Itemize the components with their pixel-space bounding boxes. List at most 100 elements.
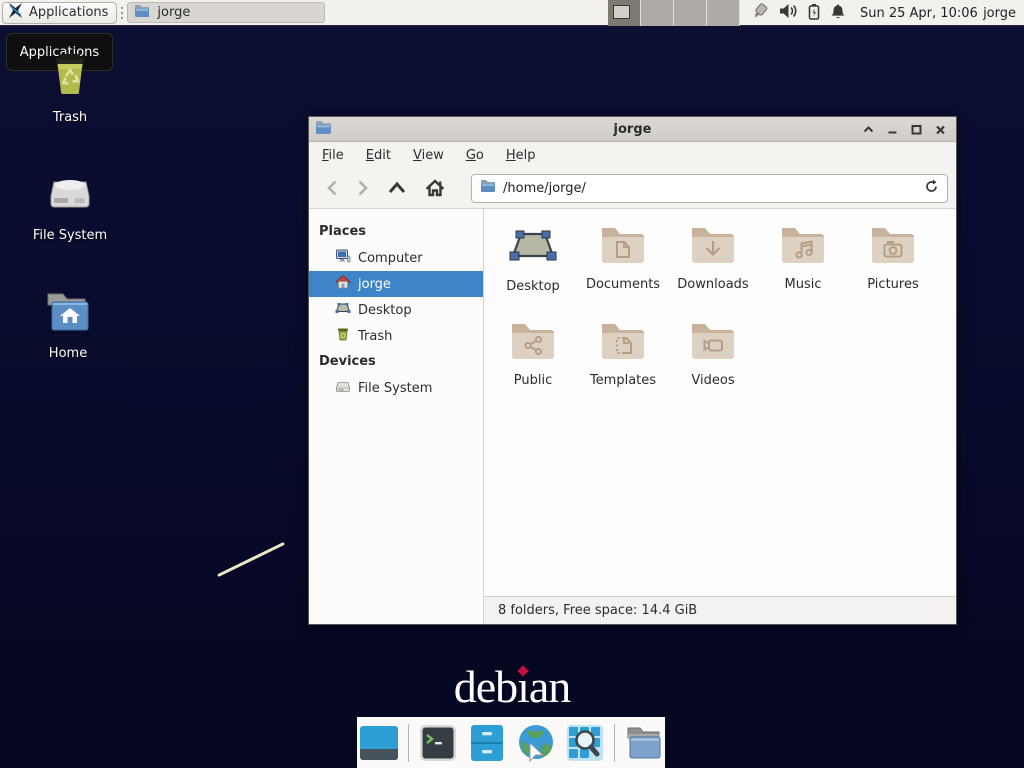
window-titlebar[interactable]: jorge xyxy=(309,117,956,142)
directory-menu-icon[interactable] xyxy=(624,723,664,763)
folder-item-public[interactable]: Public xyxy=(488,321,578,417)
home-icon[interactable] xyxy=(424,178,446,198)
sidebar-item-label: Desktop xyxy=(358,303,412,318)
bottom-dock xyxy=(357,717,665,768)
workspace-3[interactable] xyxy=(674,0,707,26)
forward-icon[interactable] xyxy=(356,179,370,197)
dock-separator xyxy=(614,724,615,762)
workspace-1[interactable] xyxy=(608,0,641,26)
downloads-folder-icon xyxy=(689,225,737,271)
videos-folder-icon xyxy=(689,321,737,367)
workspace-window-thumb xyxy=(613,5,630,19)
sidebar-item-label: jorge xyxy=(358,277,391,292)
panel-grip[interactable] xyxy=(119,5,125,21)
location-bar[interactable]: /home/jorge/ xyxy=(471,174,948,203)
folder-item-videos[interactable]: Videos xyxy=(668,321,758,417)
maximize-icon[interactable] xyxy=(911,124,922,135)
up-icon[interactable] xyxy=(387,180,407,196)
sidebar-item-file-system[interactable]: File System xyxy=(309,375,483,401)
close-icon[interactable] xyxy=(935,124,946,135)
application-finder-icon[interactable] xyxy=(565,723,605,763)
sidebar-header-devices: Devices xyxy=(309,349,483,375)
menu-go[interactable]: Go xyxy=(466,148,484,163)
taskbar-folder-icon xyxy=(134,4,150,22)
workspace-switcher[interactable] xyxy=(608,0,740,26)
trash-icon xyxy=(46,50,94,102)
folder-item-desktop[interactable]: Desktop xyxy=(488,225,578,321)
trash-icon xyxy=(335,326,351,346)
reload-icon[interactable] xyxy=(924,179,939,198)
taskbar-window-label: jorge xyxy=(157,5,190,20)
hard-drive-icon xyxy=(46,168,94,220)
applications-menu-label: Applications xyxy=(29,5,108,20)
folder-item-music[interactable]: Music xyxy=(758,225,848,321)
terminal-icon[interactable] xyxy=(418,723,458,763)
applications-menu-icon xyxy=(7,2,24,23)
top-panel: Applications jorge xyxy=(0,0,1024,26)
folder-item-downloads[interactable]: Downloads xyxy=(668,225,758,321)
stylus-icon[interactable] xyxy=(750,2,770,24)
sidebar-item-trash[interactable]: Trash xyxy=(309,323,483,349)
desktop-icon-home[interactable]: Home xyxy=(13,290,123,361)
folder-item-documents[interactable]: Documents xyxy=(578,225,668,321)
path-input[interactable]: /home/jorge/ xyxy=(503,181,917,196)
minimize-icon[interactable] xyxy=(887,124,898,135)
music-folder-icon xyxy=(779,225,827,271)
pictures-folder-icon xyxy=(869,225,917,271)
debian-logo-text: deb xyxy=(454,661,517,712)
desktop-icon-file-system[interactable]: File System xyxy=(15,168,125,243)
desktop-icon xyxy=(508,225,558,273)
battery-icon[interactable] xyxy=(807,3,821,24)
panel-username[interactable]: jorge xyxy=(983,0,1016,26)
folder-label: Public xyxy=(514,373,552,388)
sidebar-item-label: Trash xyxy=(358,329,392,344)
sidebar-item-jorge[interactable]: jorge xyxy=(309,271,483,297)
debian-logo-text: an xyxy=(529,661,570,712)
folder-label: Downloads xyxy=(677,277,748,292)
desktop-icon-trash[interactable]: Trash xyxy=(15,50,125,125)
debian-logo: debıan xyxy=(0,660,1024,713)
back-icon[interactable] xyxy=(325,179,339,197)
folder-label: Videos xyxy=(691,373,734,388)
system-tray xyxy=(750,0,846,26)
workspace-4[interactable] xyxy=(707,0,740,26)
debian-logo-i: ı xyxy=(517,660,529,713)
folder-view: Desktop Documents xyxy=(484,209,956,624)
icon-grid[interactable]: Desktop Documents xyxy=(484,209,956,596)
shade-icon[interactable] xyxy=(863,124,874,135)
workspace-2[interactable] xyxy=(641,0,674,26)
folder-item-pictures[interactable]: Pictures xyxy=(848,225,938,321)
notifications-bell-icon[interactable] xyxy=(830,3,846,24)
menu-help[interactable]: Help xyxy=(506,148,536,163)
taskbar-window-button[interactable]: jorge xyxy=(127,2,325,23)
folder-label: Desktop xyxy=(506,279,560,294)
toolbar: /home/jorge/ xyxy=(309,168,956,209)
hard-drive-icon xyxy=(335,378,351,398)
volume-icon[interactable] xyxy=(779,3,798,23)
window-title: jorge xyxy=(309,122,956,137)
menu-view[interactable]: View xyxy=(413,148,444,163)
menubar: File Edit View Go Help xyxy=(309,142,956,168)
templates-folder-icon xyxy=(599,321,647,367)
folder-label: Templates xyxy=(590,373,656,388)
desktop-icon-label: Home xyxy=(49,346,87,361)
desktop-icon-label: File System xyxy=(33,228,107,243)
dock-separator xyxy=(408,724,409,762)
menu-file[interactable]: File xyxy=(322,148,344,163)
statusbar-text: 8 folders, Free space: 14.4 GiB xyxy=(498,603,697,618)
web-browser-icon[interactable] xyxy=(516,723,556,763)
folder-item-templates[interactable]: Templates xyxy=(578,321,668,417)
folder-label: Music xyxy=(785,277,822,292)
sidebar-item-desktop[interactable]: Desktop xyxy=(309,297,483,323)
menu-edit[interactable]: Edit xyxy=(366,148,391,163)
file-manager-icon[interactable] xyxy=(467,723,507,763)
show-desktop-icon[interactable] xyxy=(359,723,399,763)
sidebar-item-computer[interactable]: Computer xyxy=(309,245,483,271)
applications-menu-button[interactable]: Applications xyxy=(2,2,117,24)
sidebar-item-label: Computer xyxy=(358,251,423,266)
home-folder-icon xyxy=(44,290,92,338)
documents-folder-icon xyxy=(599,225,647,271)
statusbar: 8 folders, Free space: 14.4 GiB xyxy=(484,596,956,624)
sidebar-item-label: File System xyxy=(358,381,432,396)
panel-clock[interactable]: Sun 25 Apr, 10:06 xyxy=(860,0,978,26)
